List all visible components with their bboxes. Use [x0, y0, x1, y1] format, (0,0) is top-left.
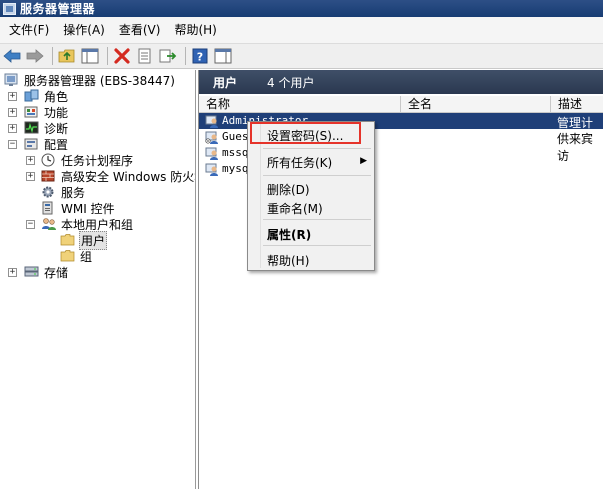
content-header: 用户 4 个用户 — [199, 70, 603, 94]
features-icon — [24, 105, 40, 119]
tree-label-services: 服务 — [61, 185, 86, 200]
tree-label-task-scheduler: 任务计划程序 — [61, 153, 134, 168]
tree-item-diagnostics[interactable]: 诊断 — [24, 120, 69, 136]
window-title: 服务器管理器 — [20, 2, 96, 16]
tree-label-configuration: 配置 — [44, 137, 69, 152]
tree-label-wmi: WMI 控件 — [61, 201, 115, 216]
collapse-configuration[interactable]: − — [8, 140, 17, 149]
column-headers: 名称 全名 描述 — [199, 96, 603, 113]
expand-task-scheduler[interactable]: + — [26, 156, 35, 165]
wmi-control-icon — [41, 201, 57, 215]
menu-action[interactable]: 操作(A) — [56, 20, 112, 40]
column-header-name[interactable]: 名称 — [199, 96, 401, 113]
annotation-highlight-box — [250, 122, 361, 144]
tree-item-features[interactable]: 功能 — [24, 104, 69, 120]
expand-firewall[interactable]: + — [26, 172, 35, 181]
content-header-count: 4 个用户 — [267, 75, 315, 90]
tree-label-firewall: 高级安全 Windows 防火墙 — [61, 169, 196, 184]
expand-roles[interactable]: + — [8, 92, 17, 101]
show-hide-tree-icon[interactable] — [80, 46, 100, 66]
submenu-arrow-icon: ▶ — [360, 156, 367, 166]
menu-help[interactable]: 帮助(H) — [167, 20, 223, 40]
folder-icon — [60, 233, 76, 247]
tree-label-groups: 组 — [80, 249, 93, 264]
toolbar-separator — [107, 47, 108, 65]
up-folder-icon[interactable] — [57, 46, 77, 66]
forward-icon[interactable] — [25, 46, 45, 66]
tree-label-features: 功能 — [44, 105, 69, 120]
server-manager-app-icon — [3, 2, 16, 15]
configuration-icon — [24, 137, 40, 151]
users-group-icon — [41, 217, 57, 231]
folder-icon — [60, 249, 76, 263]
menu-view[interactable]: 查看(V) — [112, 20, 168, 40]
clock-icon — [41, 153, 57, 167]
collapse-local-users-groups[interactable]: − — [26, 220, 35, 229]
tree-label-roles: 角色 — [44, 89, 69, 104]
user-icon — [205, 162, 219, 176]
menu-item-properties[interactable]: 属性(R) — [267, 226, 311, 243]
menu-separator — [263, 245, 371, 246]
menu-bar: 文件(F) 操作(A) 查看(V) 帮助(H) — [0, 17, 603, 43]
storage-icon — [24, 265, 40, 279]
export-icon[interactable] — [158, 46, 178, 66]
back-icon[interactable] — [2, 46, 22, 66]
tree-item-task-scheduler[interactable]: 任务计划程序 — [41, 152, 134, 168]
action-pane-icon[interactable] — [213, 46, 233, 66]
tree-item-roles[interactable]: 角色 — [24, 88, 69, 104]
toolbar-separator — [185, 47, 186, 65]
menu-item-help[interactable]: 帮助(H) — [267, 252, 309, 269]
help-icon[interactable]: ? — [190, 46, 210, 66]
menu-separator — [263, 219, 371, 220]
column-header-description[interactable]: 描述 — [551, 96, 603, 113]
tree-item-root[interactable]: 服务器管理器 (EBS-38447) — [4, 72, 176, 88]
tree-label-diagnostics: 诊断 — [44, 121, 69, 136]
firewall-icon — [41, 169, 57, 183]
content-header-title: 用户 — [213, 75, 238, 90]
navigation-tree: 服务器管理器 (EBS-38447) + 角色 + 功能 + 诊断 − 配置 +… — [0, 70, 196, 489]
menu-separator — [263, 175, 371, 176]
menu-item-all-tasks[interactable]: 所有任务(K) — [267, 154, 332, 171]
tree-label-storage: 存储 — [44, 265, 69, 280]
tree-item-users[interactable]: 用户 — [60, 230, 108, 250]
server-manager-icon — [4, 73, 20, 87]
menu-item-delete[interactable]: 删除(D) — [267, 181, 310, 198]
user-icon — [205, 146, 219, 160]
expand-diagnostics[interactable]: + — [8, 124, 17, 133]
gear-icon — [41, 185, 57, 199]
delete-icon[interactable] — [112, 46, 132, 66]
toolbar: ? — [0, 43, 603, 69]
diagnostics-icon — [24, 121, 40, 135]
user-icon — [205, 130, 219, 144]
tree-item-services[interactable]: 服务 — [41, 184, 86, 200]
tree-item-firewall[interactable]: 高级安全 Windows 防火墙 — [41, 168, 196, 184]
column-header-fullname[interactable]: 全名 — [401, 96, 551, 113]
roles-icon — [24, 89, 40, 103]
properties-icon[interactable] — [135, 46, 155, 66]
menu-file[interactable]: 文件(F) — [2, 20, 56, 40]
expand-storage[interactable]: + — [8, 268, 17, 277]
toolbar-separator — [52, 47, 53, 65]
svg-text:?: ? — [197, 51, 203, 64]
tree-label-root: 服务器管理器 (EBS-38447) — [24, 73, 175, 88]
menu-item-rename[interactable]: 重命名(M) — [267, 200, 323, 217]
expand-features[interactable]: + — [8, 108, 17, 117]
tree-item-configuration[interactable]: 配置 — [24, 136, 69, 152]
tree-item-storage[interactable]: 存储 — [24, 264, 69, 280]
menu-separator — [263, 148, 371, 149]
tree-item-wmi[interactable]: WMI 控件 — [41, 200, 116, 216]
user-icon — [205, 114, 219, 128]
tree-item-groups[interactable]: 组 — [60, 248, 93, 264]
title-bar: 服务器管理器 — [0, 0, 603, 17]
